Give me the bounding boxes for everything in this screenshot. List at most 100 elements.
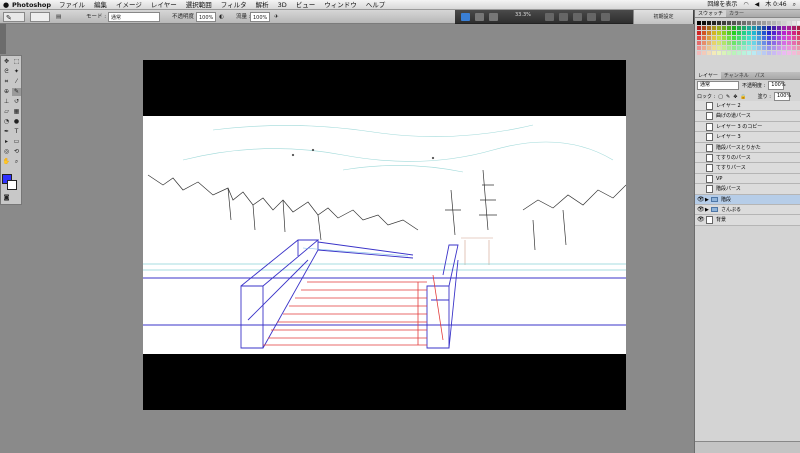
color-swatch[interactable] xyxy=(787,21,791,25)
color-swatch[interactable] xyxy=(722,21,726,25)
color-swatch[interactable] xyxy=(787,26,791,30)
eye-icon[interactable]: 👁 xyxy=(697,196,705,203)
color-swatch[interactable] xyxy=(697,51,701,55)
hand-tool-icon[interactable] xyxy=(545,13,554,21)
color-swatch[interactable] xyxy=(762,21,766,25)
color-swatch[interactable] xyxy=(782,46,786,50)
color-swatch[interactable] xyxy=(752,46,756,50)
workspace-switcher[interactable]: 初期設定 xyxy=(633,10,693,24)
wifi-icon[interactable]: ◠ xyxy=(743,0,748,10)
type-tool-icon[interactable]: T xyxy=(12,128,21,136)
color-swatch[interactable] xyxy=(747,36,751,40)
color-swatch[interactable] xyxy=(697,21,701,25)
color-swatch[interactable] xyxy=(777,31,781,35)
tool-preset-picker[interactable]: ✎ xyxy=(3,12,25,22)
fill-input[interactable]: 100% xyxy=(773,92,791,101)
color-swatch[interactable] xyxy=(752,36,756,40)
menu-layer[interactable]: レイヤー xyxy=(151,0,177,9)
visibility-toggle-icon[interactable] xyxy=(697,186,703,192)
color-swatch[interactable] xyxy=(757,41,761,45)
visibility-toggle-icon[interactable] xyxy=(697,124,703,130)
color-swatch[interactable] xyxy=(712,26,716,30)
color-swatch[interactable] xyxy=(697,31,701,35)
app-menu[interactable]: Photoshop xyxy=(12,0,51,9)
color-swatch[interactable] xyxy=(772,46,776,50)
color-swatch[interactable] xyxy=(777,26,781,30)
zoom-icon[interactable]: ⌕ xyxy=(12,158,21,166)
tab-channels[interactable]: チャンネル xyxy=(721,72,752,79)
history-brush-icon[interactable]: ↺ xyxy=(12,98,21,106)
menu-filter[interactable]: フィルタ xyxy=(221,0,247,9)
eye-icon[interactable]: 👁 xyxy=(697,217,705,223)
visibility-toggle-icon[interactable] xyxy=(697,145,703,151)
disclosure-triangle-icon[interactable]: ▶ xyxy=(705,205,709,215)
color-swatch[interactable] xyxy=(752,51,756,55)
brush-tool-icon[interactable]: ✎ xyxy=(12,88,21,96)
gradient-tool-icon[interactable]: ▦ xyxy=(12,108,21,116)
lock-image-icon[interactable]: ✎ xyxy=(726,94,730,100)
dodge-tool-icon[interactable]: ● xyxy=(12,118,21,126)
volume-icon[interactable]: ◀ xyxy=(755,0,760,10)
menu-select[interactable]: 選択範囲 xyxy=(186,0,212,9)
apple-menu-icon[interactable]: ● xyxy=(0,0,12,9)
color-swatch[interactable] xyxy=(707,51,711,55)
color-swatch[interactable] xyxy=(727,21,731,25)
healing-brush-icon[interactable]: ⊕ xyxy=(2,88,11,96)
color-swatch[interactable] xyxy=(722,41,726,45)
color-swatch[interactable] xyxy=(747,46,751,50)
color-swatch[interactable] xyxy=(702,41,706,45)
color-swatch[interactable] xyxy=(782,41,786,45)
color-swatch[interactable] xyxy=(752,41,756,45)
color-swatch[interactable] xyxy=(702,26,706,30)
eyedropper-icon[interactable]: ⁄ xyxy=(12,78,21,86)
color-swatch[interactable] xyxy=(787,51,791,55)
color-swatch[interactable] xyxy=(722,46,726,50)
color-swatch[interactable] xyxy=(787,31,791,35)
color-swatch[interactable] xyxy=(707,36,711,40)
menu-edit[interactable]: 編集 xyxy=(94,0,107,9)
visibility-toggle-icon[interactable] xyxy=(697,134,703,140)
color-swatch[interactable] xyxy=(712,21,716,25)
color-swatch[interactable] xyxy=(772,21,776,25)
mode-select[interactable]: 通常 xyxy=(108,12,160,22)
color-swatch[interactable] xyxy=(707,46,711,50)
visibility-toggle-icon[interactable] xyxy=(697,103,703,109)
color-swatch[interactable] xyxy=(702,31,706,35)
layer-row[interactable]: 曲げの道パース xyxy=(695,111,800,122)
color-swatch[interactable] xyxy=(747,41,751,45)
color-swatch[interactable] xyxy=(712,41,716,45)
color-swatch[interactable] xyxy=(732,26,736,30)
blur-tool-icon[interactable]: ◔ xyxy=(2,118,11,126)
color-swatch[interactable] xyxy=(742,51,746,55)
color-swatch[interactable] xyxy=(792,51,796,55)
rotate-view-icon[interactable] xyxy=(573,13,582,21)
background-color-swatch[interactable] xyxy=(7,180,17,190)
color-swatch[interactable] xyxy=(762,26,766,30)
brush-size-picker[interactable] xyxy=(30,12,50,22)
clock[interactable]: 木 0:46 xyxy=(765,0,786,10)
color-swatch[interactable] xyxy=(767,46,771,50)
color-swatch[interactable] xyxy=(732,51,736,55)
color-swatch[interactable] xyxy=(702,51,706,55)
color-swatch[interactable] xyxy=(757,36,761,40)
color-swatch[interactable] xyxy=(742,26,746,30)
shape-tool-icon[interactable]: ▭ xyxy=(12,138,21,146)
color-swatch[interactable] xyxy=(792,26,796,30)
color-swatch[interactable] xyxy=(697,26,701,30)
color-swatch[interactable] xyxy=(732,46,736,50)
color-swatch[interactable] xyxy=(727,41,731,45)
color-swatch[interactable] xyxy=(792,21,796,25)
lock-position-icon[interactable]: ✥ xyxy=(733,94,737,100)
color-swatch[interactable] xyxy=(762,31,766,35)
layer-row[interactable]: 階段パース xyxy=(695,184,800,195)
color-swatch[interactable] xyxy=(722,51,726,55)
color-swatch[interactable] xyxy=(757,31,761,35)
3d-rotate-icon[interactable]: ◎ xyxy=(2,148,11,156)
color-swatch[interactable] xyxy=(702,21,706,25)
color-swatch[interactable] xyxy=(697,46,701,50)
bridge-icon[interactable] xyxy=(461,13,470,21)
color-swatch[interactable] xyxy=(787,46,791,50)
color-swatch[interactable] xyxy=(757,46,761,50)
color-swatch[interactable] xyxy=(717,41,721,45)
blend-mode-select[interactable]: 通常 xyxy=(697,81,739,90)
